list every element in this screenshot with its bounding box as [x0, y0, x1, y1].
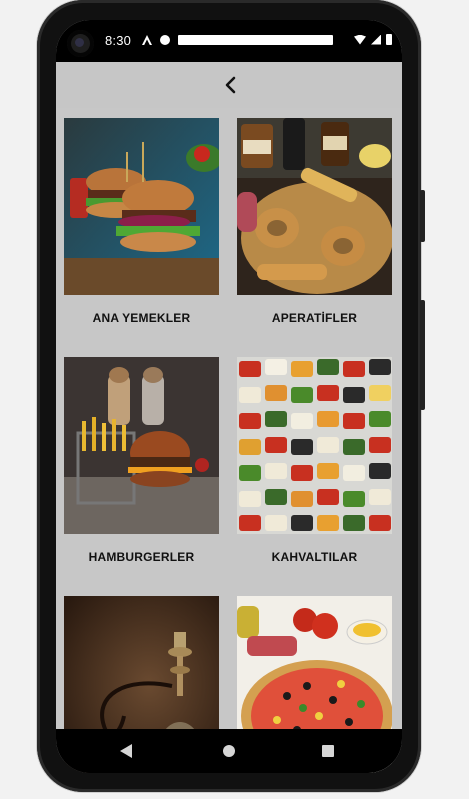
status-time: 8:30 — [105, 33, 132, 48]
appetizer-platter-photo — [237, 118, 392, 295]
category-label: APERATİFLER — [271, 311, 358, 325]
breakfast-spread-photo — [237, 357, 392, 534]
front-camera — [67, 30, 94, 57]
app-screen: 8:30 ANA YEMEKLER APERATİFLER HAMBURGERL… — [56, 20, 402, 773]
category-label: ANA YEMEKLER — [92, 311, 191, 325]
f-icon — [160, 35, 170, 45]
a-icon — [142, 35, 152, 45]
status-right-icons — [354, 34, 392, 45]
sd-card-icon — [178, 35, 333, 45]
hamburger-fries-photo — [64, 357, 219, 534]
wifi-icon — [354, 34, 366, 45]
category-card-ana-yemekler[interactable]: ANA YEMEKLER — [64, 118, 219, 341]
category-label: HAMBURGERLER — [88, 550, 195, 564]
toolbar — [56, 62, 402, 108]
system-nav-bar — [56, 729, 402, 773]
category-card-hamburgerler[interactable]: HAMBURGERLER — [64, 357, 219, 580]
back-button[interactable] — [220, 74, 240, 96]
battery-icon — [386, 34, 392, 45]
signal-icon — [371, 34, 381, 45]
volume-button — [420, 190, 425, 242]
nav-back-icon[interactable] — [120, 744, 132, 758]
chevron-left-icon — [225, 76, 236, 94]
nav-home-icon[interactable] — [223, 745, 235, 757]
power-button — [420, 300, 425, 410]
status-bar: 8:30 — [56, 20, 402, 62]
category-card-kahvaltilar[interactable]: KAHVALTILAR — [237, 357, 392, 580]
nav-recents-icon[interactable] — [322, 745, 334, 757]
category-card-aperatifler[interactable]: APERATİFLER — [237, 118, 392, 341]
burger-photo — [64, 118, 219, 295]
category-label: KAHVALTILAR — [271, 550, 358, 564]
